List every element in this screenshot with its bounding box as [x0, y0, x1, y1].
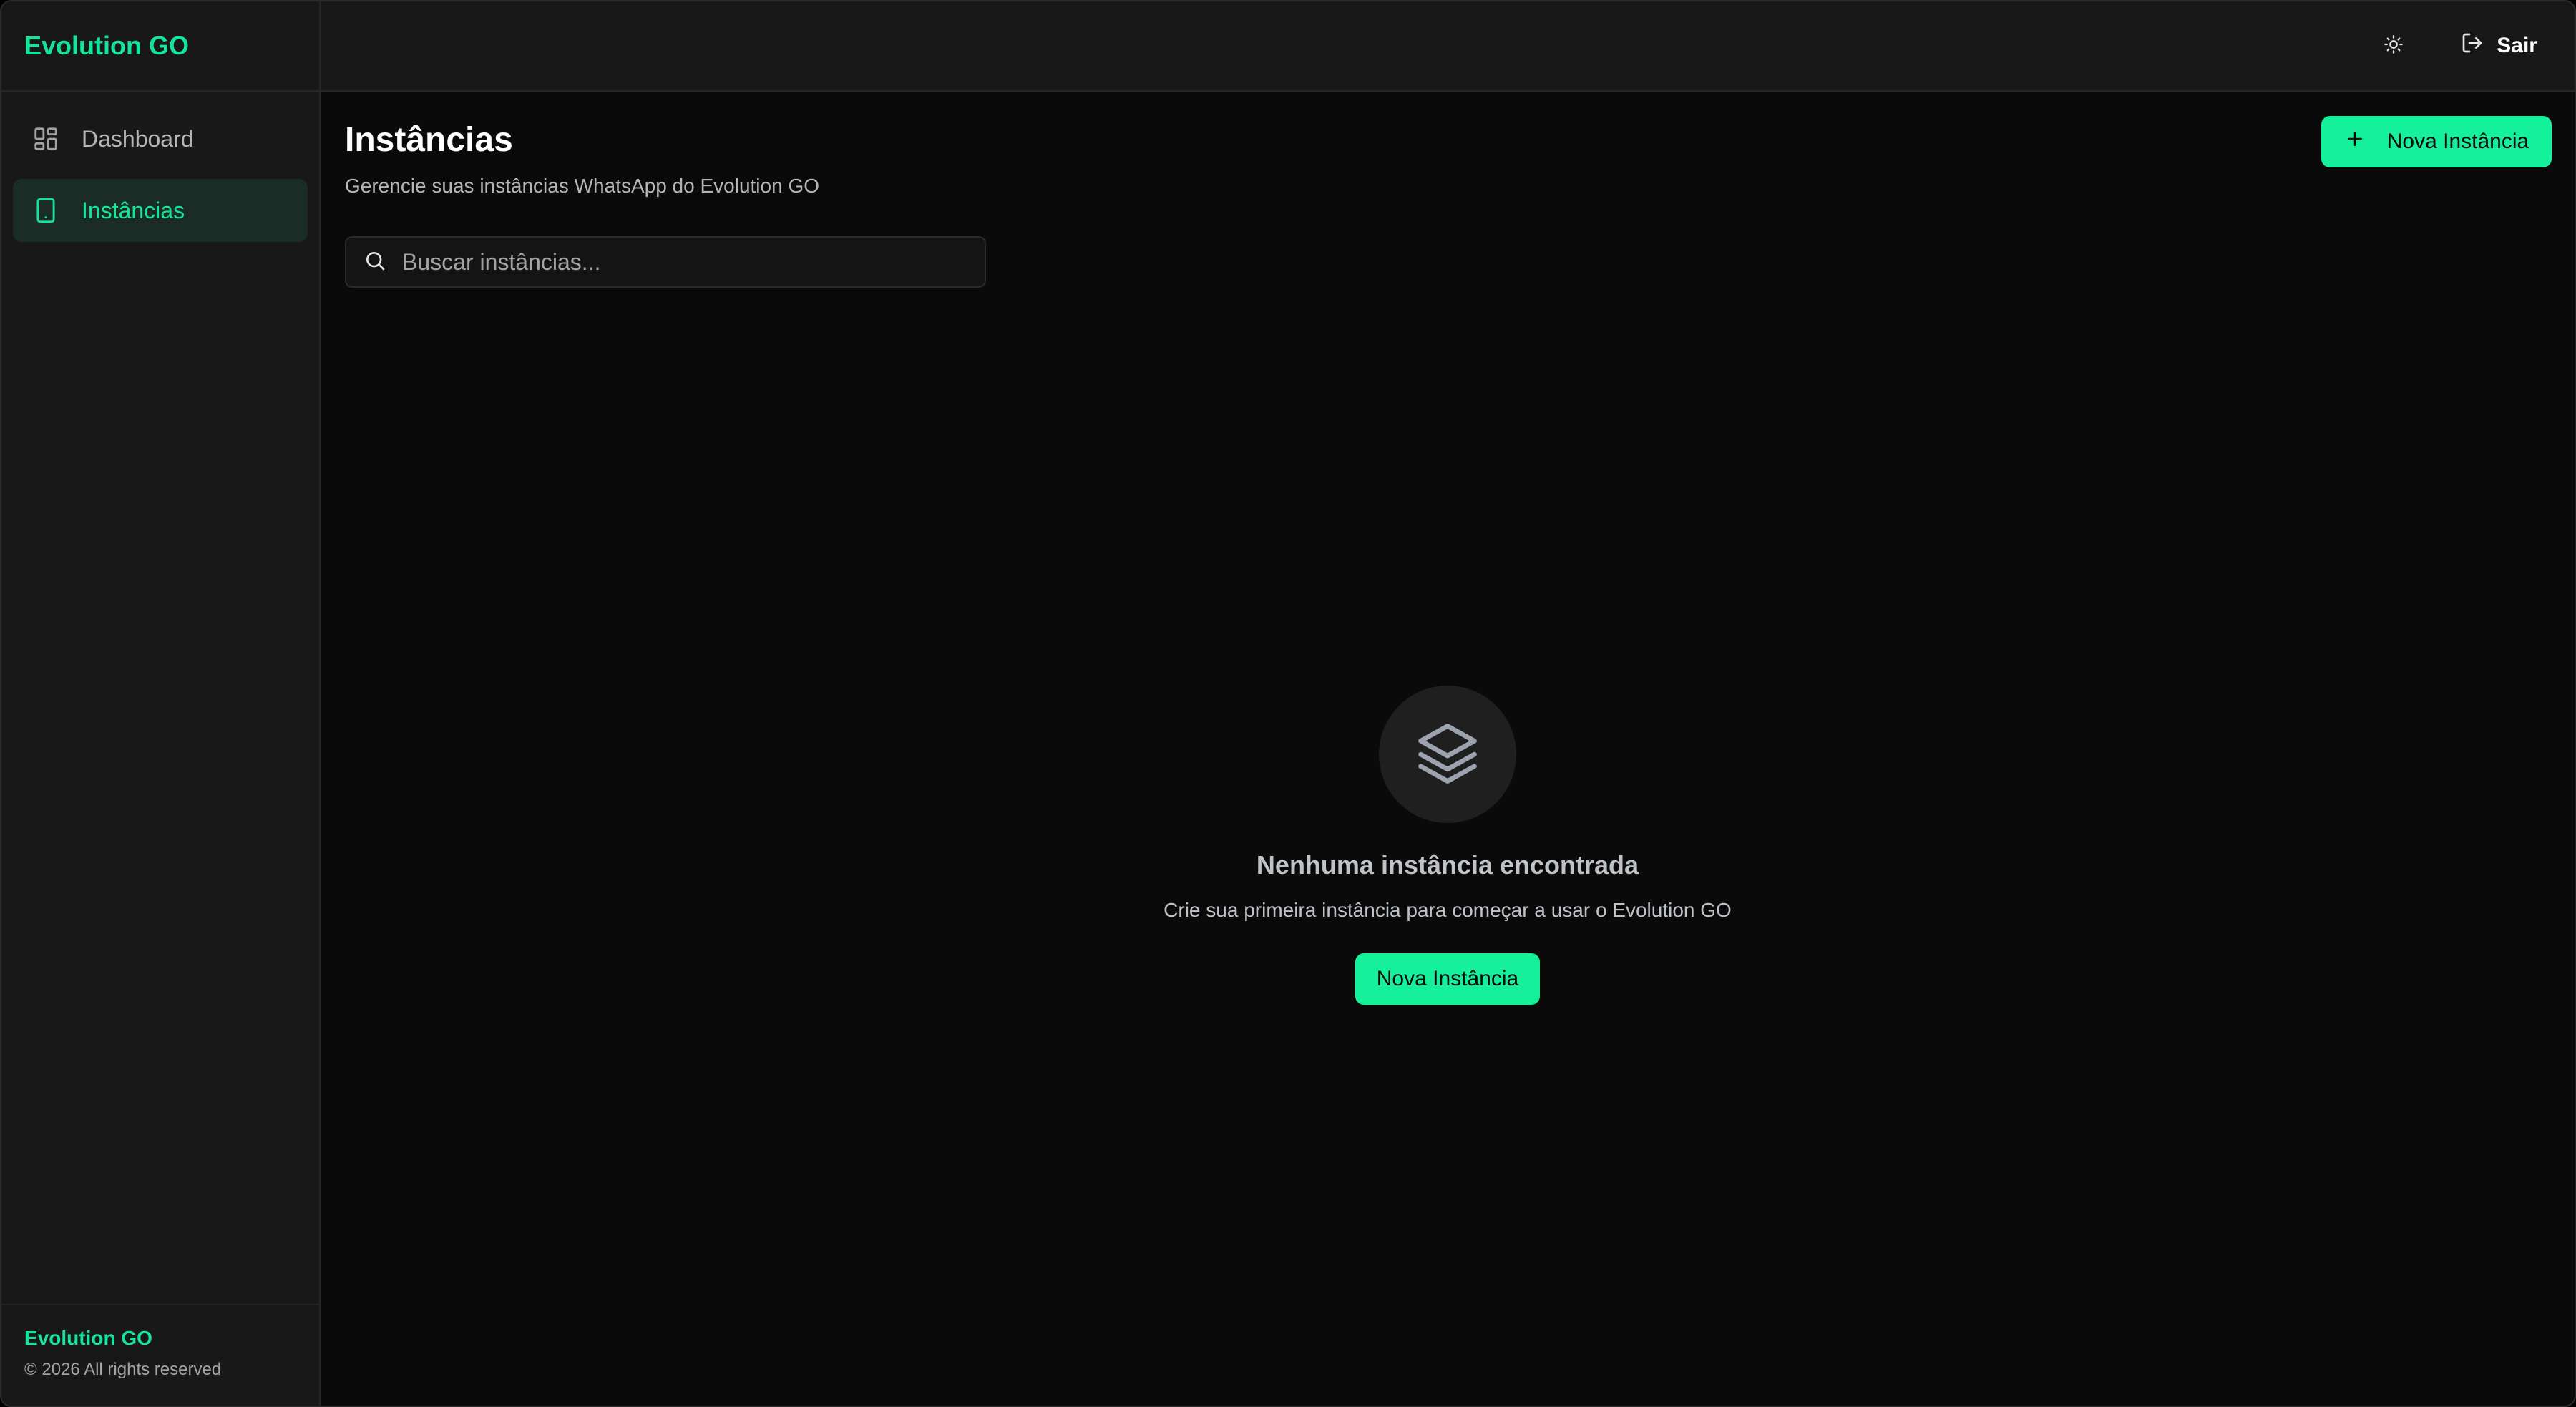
empty-state: Nenhuma instância encontrada Crie sua pr… [321, 686, 2575, 1005]
main-content: Instâncias Gerencie suas instâncias What… [321, 92, 2575, 1406]
top-bar: Sair [321, 1, 2575, 92]
logout-button[interactable]: Sair [2461, 31, 2537, 60]
sidebar-item-label: Dashboard [82, 125, 194, 152]
empty-state-title: Nenhuma instância encontrada [1256, 850, 1639, 880]
log-out-icon [2461, 31, 2497, 60]
brand-logo[interactable]: Evolution GO [24, 31, 189, 61]
sidebar-footer: Evolution GO © 2026 All rights reserved [1, 1304, 319, 1406]
footer-brand: Evolution GO [24, 1327, 152, 1349]
layers-icon [1412, 717, 1483, 792]
sidebar-nav: Dashboard Instâncias [1, 92, 319, 266]
empty-state-new-instance-button[interactable]: Nova Instância [1355, 953, 1540, 1005]
footer-copyright: © 2026 All rights reserved [24, 1360, 222, 1379]
plus-icon [2344, 128, 2387, 155]
app-window: Evolution GO Dashboard Instâncias Evolut… [0, 0, 2576, 1407]
sidebar-item-instancias[interactable]: Instâncias [13, 179, 308, 242]
empty-state-subtitle: Crie sua primeira instância para começar… [1163, 899, 1732, 921]
search-icon [364, 249, 402, 276]
search-box [345, 236, 986, 288]
layout-grid-icon [31, 125, 60, 153]
sun-icon [2384, 34, 2404, 58]
search-input[interactable] [402, 248, 960, 276]
theme-toggle-button[interactable] [2372, 24, 2415, 67]
new-instance-button[interactable]: Nova Instância [2321, 116, 2552, 167]
empty-state-icon-circle [1379, 686, 1516, 823]
page-subtitle: Gerencie suas instâncias WhatsApp do Evo… [345, 175, 820, 197]
logout-label: Sair [2497, 34, 2537, 57]
new-instance-label: Nova Instância [2386, 130, 2529, 153]
sidebar: Evolution GO Dashboard Instâncias Evolut… [1, 1, 321, 1406]
page-title: Instâncias [345, 121, 513, 159]
sidebar-item-label: Instâncias [82, 197, 185, 223]
sidebar-item-dashboard[interactable]: Dashboard [13, 107, 308, 170]
smartphone-icon [31, 196, 60, 225]
sidebar-header: Evolution GO [1, 1, 319, 92]
